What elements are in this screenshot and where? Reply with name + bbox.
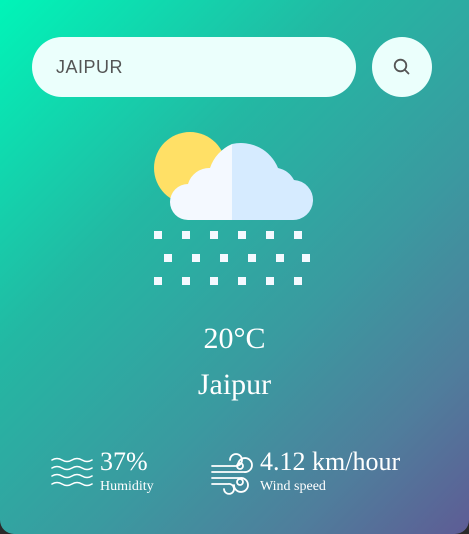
humidity-waves-icon [51, 457, 93, 487]
search-button[interactable] [372, 37, 432, 97]
wind-label: Wind speed [260, 479, 326, 494]
humidity-label: Humidity [100, 479, 154, 494]
wind-stat: 4.12 km/hour Wind speed [210, 448, 400, 498]
temperature: 20°C [203, 322, 266, 355]
search-icon [393, 58, 410, 75]
humidity-stat: 37% Humidity [50, 448, 154, 498]
city-name: Jaipur [197, 368, 272, 401]
snow-cloud-sun-icon [154, 132, 314, 285]
wind-icon [211, 453, 253, 495]
search-input[interactable] [32, 37, 356, 97]
wind-value: 4.12 km/hour [260, 447, 401, 476]
humidity-value: 37% [100, 447, 148, 476]
search-bar [32, 37, 432, 97]
weather-card: 20°C Jaipur 37% Humidity [0, 0, 469, 534]
